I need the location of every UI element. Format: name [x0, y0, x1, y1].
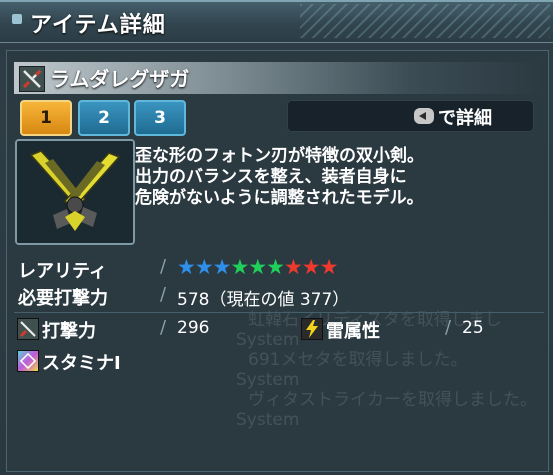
- window-marker-icon: [12, 14, 22, 24]
- tab-2[interactable]: 2: [78, 100, 130, 136]
- attack-label: 打撃力: [42, 321, 96, 342]
- twin-dagger-icon: [19, 66, 45, 92]
- detail-button-label: で詳細: [438, 108, 492, 129]
- tab-1[interactable]: 1: [20, 100, 72, 136]
- rarity-star-icon: ★: [230, 255, 249, 279]
- item-name: ラムダレグザガ: [50, 67, 190, 91]
- chat-line: System: [236, 370, 300, 390]
- chat-line: System: [236, 410, 300, 430]
- rarity-star-icon: ★: [266, 255, 285, 279]
- rarity-star-icon: ★: [177, 255, 196, 279]
- required-attack-label: 必要打撃力: [18, 288, 108, 309]
- title-pattern: [300, 4, 550, 38]
- title-bar: アイテム詳細: [0, 0, 553, 43]
- ability-icon: [17, 350, 39, 372]
- background-chat-log: System 虹韓石イリディスタを取得しまし System 691メセタを取得し…: [236, 290, 552, 430]
- element-value: 25: [462, 318, 484, 338]
- key-button-icon: [414, 108, 434, 124]
- rarity-stars: ★★★★★★★★★: [177, 255, 339, 279]
- stat-divider: [14, 312, 544, 313]
- rarity-label: レアリティ: [18, 261, 107, 282]
- tab-3[interactable]: 3: [134, 100, 186, 136]
- title-accent-line: [0, 0, 553, 2]
- item-description: 歪な形のフォトン刃が特徴の双小剣。 出力のバランスを整え、装者自身に 危険がない…: [135, 146, 545, 209]
- required-attack-value: 578（現在の値 377）: [177, 290, 350, 310]
- rarity-star-icon: ★: [194, 255, 214, 279]
- attack-value: 296: [177, 318, 210, 338]
- separator-slash: /: [445, 317, 452, 338]
- rarity-star-icon: ★: [212, 255, 232, 279]
- description-line: 出力のバランスを整え、装者自身に: [135, 167, 407, 187]
- rarity-star-icon: ★: [301, 255, 321, 279]
- ability-label: スタミナI: [42, 353, 121, 374]
- rarity-star-icon: ★: [283, 255, 303, 279]
- description-line: 危険がないように調整されたモデル。: [135, 188, 424, 208]
- rarity-star-icon: ★: [319, 255, 339, 279]
- window-title: アイテム詳細: [30, 13, 166, 38]
- element-label: 雷属性: [326, 321, 380, 342]
- description-line: 歪な形のフォトン刃が特徴の双小剣。: [135, 146, 424, 166]
- chat-line: ヴィタストライカーを取得しました。: [248, 390, 537, 410]
- rarity-star-icon: ★: [248, 255, 267, 279]
- separator-slash: /: [160, 317, 167, 338]
- item-detail-window: アイテム詳細 System 虹韓石イリディスタを取得しまし System 691…: [0, 0, 553, 475]
- detail-button[interactable]: で詳細: [287, 100, 534, 132]
- item-thumbnail: [15, 139, 135, 245]
- chat-line: 691メセタを取得しました。: [248, 350, 468, 370]
- twin-dagger-icon: [17, 318, 39, 340]
- chat-line: System: [236, 330, 300, 350]
- separator-slash: /: [160, 284, 167, 305]
- lightning-icon: [301, 318, 323, 340]
- chat-line: 虹韓石イリディスタを取得しまし: [248, 310, 502, 330]
- separator-slash: /: [160, 256, 167, 277]
